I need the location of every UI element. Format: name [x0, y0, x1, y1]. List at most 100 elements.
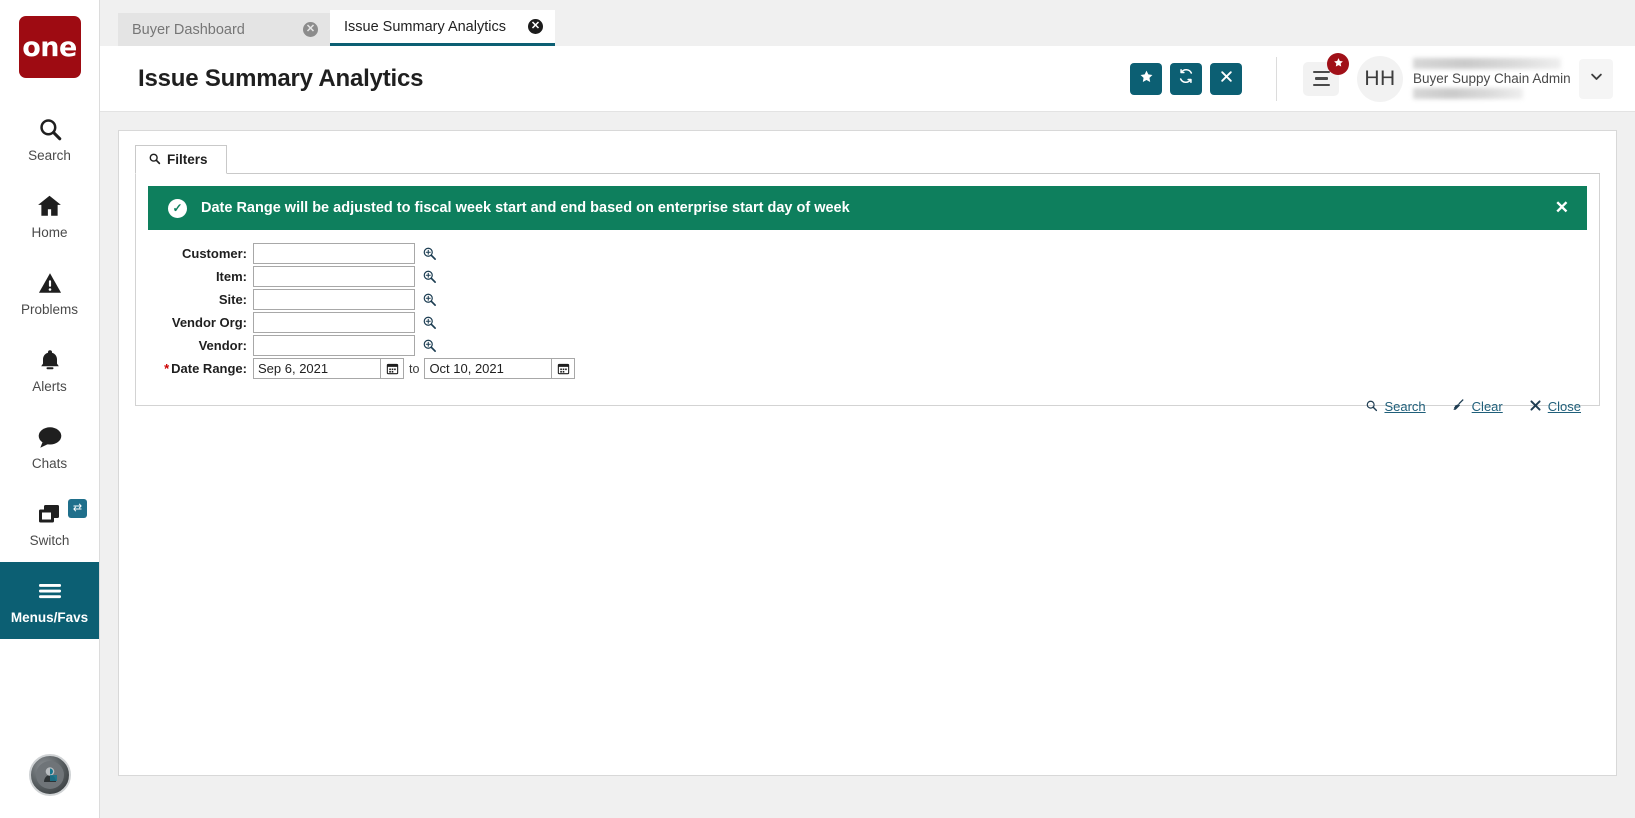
avatar[interactable]: HH — [1357, 55, 1403, 102]
sidebar-item-label: Home — [31, 225, 68, 240]
sidebar-item-label: Chats — [31, 456, 68, 471]
calendar-icon[interactable] — [381, 358, 404, 379]
sidebar-item-problems[interactable]: Problems — [0, 254, 99, 331]
sidebar-item-label: Alerts — [32, 379, 67, 394]
main-region: Buyer Dashboard ✕ Issue Summary Analytic… — [100, 0, 1635, 818]
bell-icon — [38, 345, 62, 375]
assistant-launcher[interactable] — [0, 754, 99, 796]
close-link[interactable]: Close — [1529, 399, 1581, 415]
sidebar-item-switch[interactable]: ⇄ Switch — [0, 485, 99, 562]
clear-link[interactable]: Clear — [1452, 398, 1503, 415]
card-tab-row: Filters — [135, 145, 1600, 174]
filter-actions: Search Clear Close — [148, 380, 1587, 415]
filters-form: Customer: Item: Site: Vendor Org: Vendor… — [148, 230, 1587, 380]
date-from-group — [253, 358, 404, 379]
star-icon — [1333, 57, 1344, 71]
broom-icon — [1452, 398, 1466, 415]
required-marker: * — [164, 361, 170, 376]
sidebar-item-alerts[interactable]: Alerts — [0, 331, 99, 408]
favorite-button[interactable] — [1130, 62, 1162, 95]
assistant-bot-avatar — [28, 754, 71, 796]
close-circle-icon[interactable]: ✕ — [527, 19, 543, 34]
browser-tab-strip: Buyer Dashboard ✕ Issue Summary Analytic… — [100, 0, 1635, 46]
vendor-label: Vendor: — [198, 338, 247, 353]
customer-lookup-icon[interactable] — [422, 246, 437, 261]
menu-button-wrapper — [1303, 52, 1349, 96]
clear-link-label: Clear — [1471, 399, 1503, 414]
sidebar-item-chats[interactable]: Chats — [0, 408, 99, 485]
refresh-icon — [1178, 68, 1194, 89]
close-circle-icon[interactable]: ✕ — [303, 22, 318, 37]
date-range-label-text: Date Range: — [171, 361, 247, 376]
one-network-logo[interactable]: one — [18, 16, 81, 78]
page-title: Issue Summary Analytics — [138, 64, 424, 92]
site-label: Site: — [218, 292, 247, 307]
banner-close-icon[interactable]: ✕ — [1555, 198, 1569, 218]
site-lookup-icon[interactable] — [422, 292, 437, 307]
vendor-org-lookup-icon[interactable] — [422, 315, 437, 330]
page-header-bar: Issue Summary Analytics HH Buyer Suppy C… — [100, 46, 1635, 112]
item-input[interactable] — [253, 266, 415, 287]
chat-bubble-icon — [36, 422, 64, 452]
left-navigation-rail: one Search Home Problems Alerts Chats ⇄ … — [0, 0, 100, 818]
user-name-redacted-top — [1413, 58, 1561, 69]
search-icon — [1365, 399, 1378, 415]
close-icon — [1220, 70, 1233, 88]
search-icon — [148, 152, 161, 168]
tab-label: Buyer Dashboard — [132, 21, 245, 38]
hamburger-icon — [1312, 70, 1330, 74]
warning-triangle-icon — [37, 268, 63, 298]
info-banner: ✓ Date Range will be adjusted to fiscal … — [148, 186, 1587, 230]
date-range-separator: to — [409, 361, 420, 376]
avatar-initials: HH — [1364, 66, 1396, 90]
hamburger-icon — [36, 576, 64, 606]
check-circle-icon: ✓ — [168, 198, 187, 218]
site-input[interactable] — [253, 289, 415, 310]
date-to-group — [424, 358, 576, 379]
star-icon — [1139, 69, 1154, 89]
user-info-block[interactable]: Buyer Suppy Chain Admin — [1413, 55, 1571, 103]
tab-issue-summary-analytics[interactable]: Issue Summary Analytics ✕ — [330, 10, 555, 46]
field-row-vendor: Vendor: — [148, 334, 1587, 357]
field-row-vendor-org: Vendor Org: — [148, 311, 1587, 334]
close-page-button[interactable] — [1210, 62, 1242, 95]
date-from-input[interactable] — [253, 358, 381, 379]
content-area: Filters ✓ Date Range will be adjusted to… — [100, 112, 1635, 818]
switch-windows-icon — [36, 499, 64, 529]
header-divider — [1276, 56, 1277, 101]
close-link-label: Close — [1547, 399, 1581, 414]
user-menu-toggle[interactable] — [1579, 58, 1613, 99]
tab-buyer-dashboard[interactable]: Buyer Dashboard ✕ — [118, 13, 330, 46]
sidebar-item-label: Menus/Favs — [10, 610, 89, 625]
tab-filters[interactable]: Filters — [135, 145, 227, 174]
calendar-icon[interactable] — [552, 358, 576, 379]
swap-arrows-icon[interactable]: ⇄ — [68, 499, 87, 518]
vendor-lookup-icon[interactable] — [422, 338, 437, 353]
home-icon — [36, 191, 63, 221]
item-label: Item: — [215, 269, 247, 284]
search-link[interactable]: Search — [1365, 399, 1426, 415]
vendor-input[interactable] — [253, 335, 415, 356]
sidebar-item-label: Search — [28, 148, 71, 163]
search-icon — [37, 114, 63, 144]
date-to-input[interactable] — [424, 358, 553, 379]
user-name-redacted-bottom — [1413, 88, 1523, 99]
sidebar-item-home[interactable]: Home — [0, 177, 99, 254]
tab-filters-label: Filters — [167, 152, 208, 167]
customer-label: Customer: — [181, 246, 247, 261]
sidebar-item-search[interactable]: Search — [0, 100, 99, 177]
field-row-customer: Customer: — [148, 242, 1587, 265]
field-row-site: Site: — [148, 288, 1587, 311]
vendor-org-input[interactable] — [253, 312, 415, 333]
customer-input[interactable] — [253, 243, 415, 264]
date-range-label: * Date Range: — [148, 361, 253, 376]
item-lookup-icon[interactable] — [422, 269, 437, 284]
filters-card: Filters ✓ Date Range will be adjusted to… — [118, 130, 1617, 776]
tab-label: Issue Summary Analytics — [344, 18, 506, 35]
refresh-button[interactable] — [1170, 62, 1202, 95]
vendor-org-label: Vendor Org: — [171, 315, 247, 330]
rail-item-list: Search Home Problems Alerts Chats ⇄ Swit… — [0, 100, 99, 639]
sidebar-item-label: Problems — [20, 302, 79, 317]
sidebar-item-menus-favs[interactable]: Menus/Favs — [0, 562, 99, 639]
banner-message: Date Range will be adjusted to fiscal we… — [201, 200, 850, 216]
